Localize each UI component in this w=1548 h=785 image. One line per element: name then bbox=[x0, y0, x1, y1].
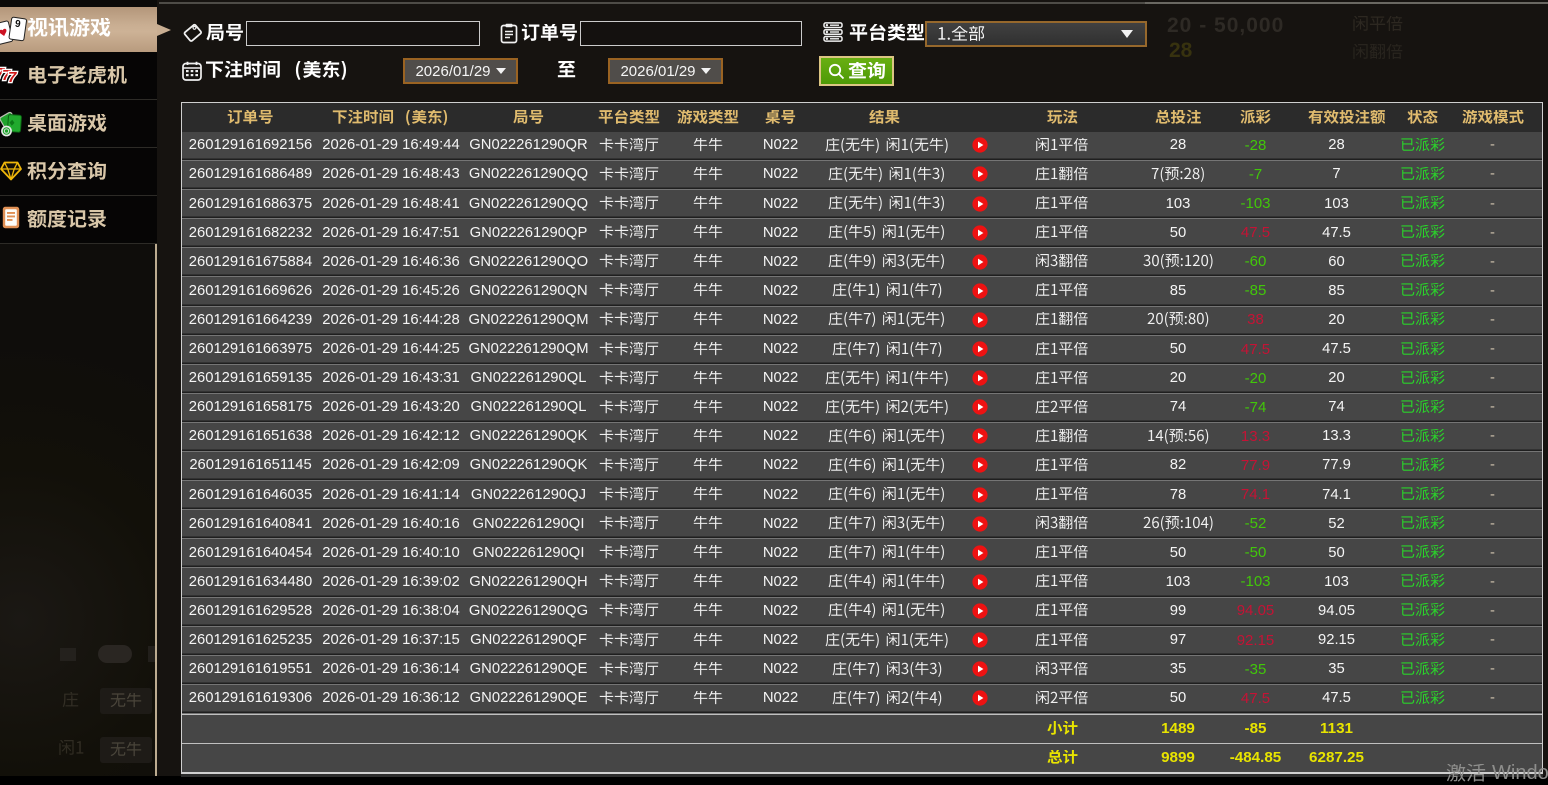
svg-text:7: 7 bbox=[8, 69, 17, 86]
